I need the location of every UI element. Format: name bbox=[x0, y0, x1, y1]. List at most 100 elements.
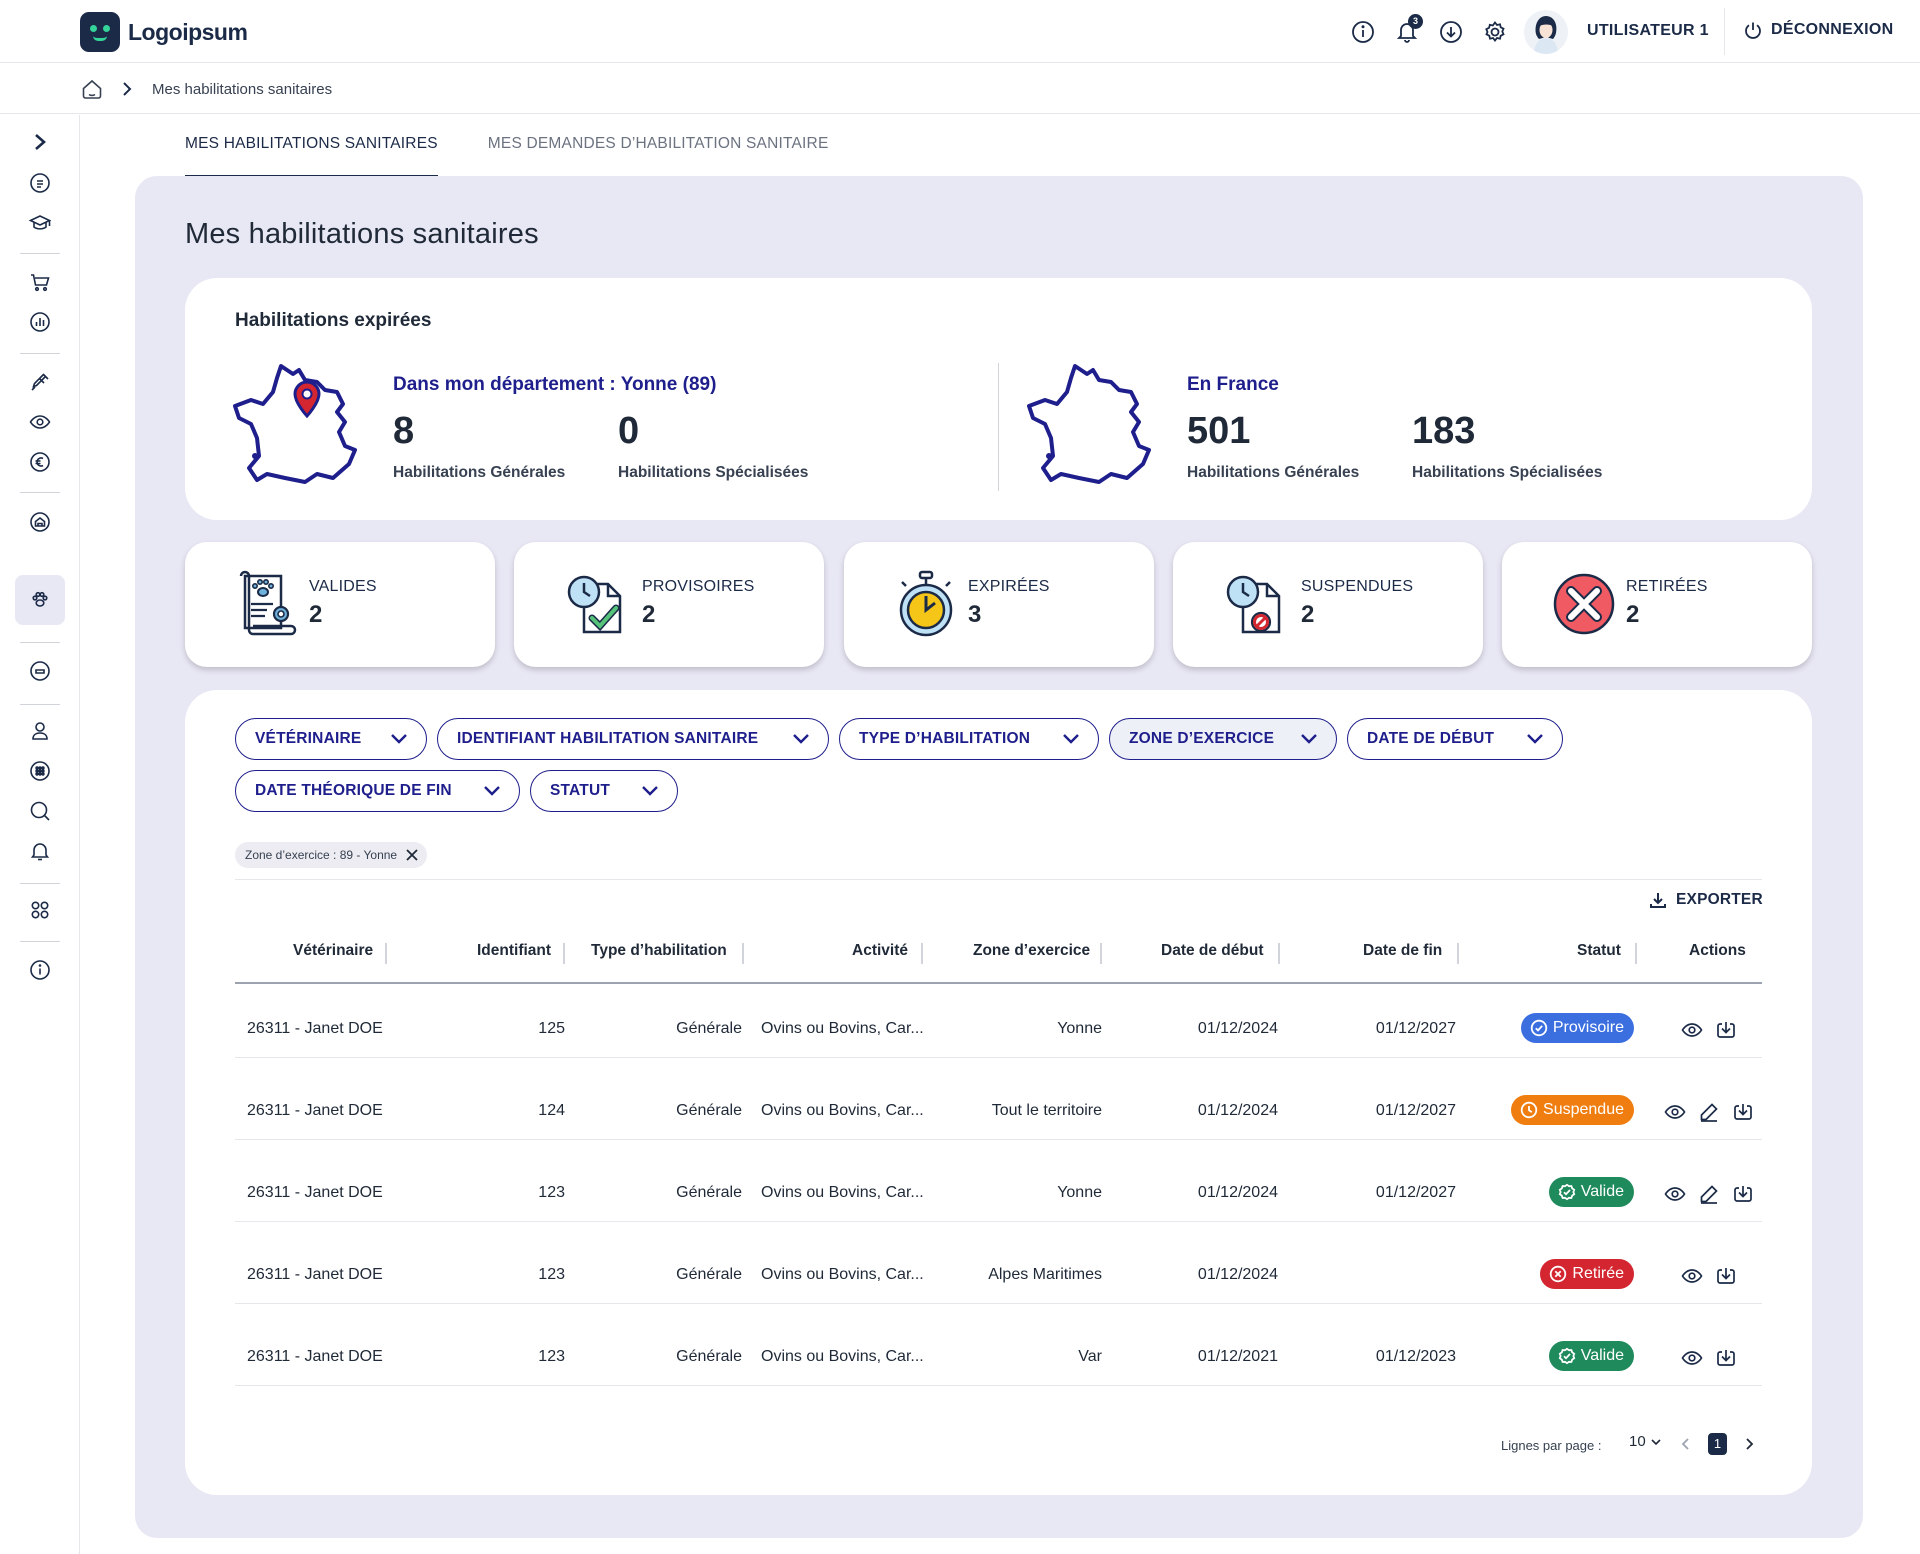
download-action-button[interactable] bbox=[1714, 1264, 1738, 1288]
filter-practice-zone[interactable]: ZONE D’EXERCICE bbox=[1109, 718, 1337, 760]
sidebar-item-user[interactable] bbox=[26, 717, 54, 745]
rows-per-page-select[interactable]: 10 bbox=[1629, 1433, 1662, 1450]
next-page-button[interactable] bbox=[1743, 1437, 1755, 1451]
column-resizer[interactable] bbox=[1635, 943, 1637, 964]
pen-icon bbox=[1700, 1103, 1718, 1122]
tab-my-authorizations[interactable]: MES HABILITATIONS SANITAIRES bbox=[185, 135, 438, 177]
column-header-start-date[interactable]: Date de début bbox=[1161, 942, 1263, 960]
sidebar-item-grid[interactable] bbox=[26, 757, 54, 785]
stat-card-expired[interactable]: EXPIRÉES 3 bbox=[844, 542, 1154, 667]
column-resizer[interactable] bbox=[742, 943, 744, 964]
filter-theoretical-end-date[interactable]: DATE THÉORIQUE DE FIN bbox=[235, 770, 520, 812]
cell-type: Générale bbox=[676, 1020, 742, 1037]
tab-my-requests[interactable]: MES DEMANDES D’HABILITATION SANITAIRE bbox=[488, 135, 829, 177]
filter-authorization-type[interactable]: TYPE D’HABILITATION bbox=[839, 718, 1099, 760]
status-badge: Valide bbox=[1548, 1341, 1634, 1371]
column-resizer[interactable] bbox=[385, 943, 387, 964]
user-name[interactable]: UTILISATEUR 1 bbox=[1587, 22, 1709, 40]
sidebar-item-finance[interactable] bbox=[26, 448, 54, 476]
france-general-value: 501 bbox=[1187, 410, 1251, 452]
notifications-button[interactable]: 3 bbox=[1394, 14, 1423, 45]
stat-card-valid[interactable]: VALIDES 2 bbox=[185, 542, 495, 667]
sidebar-item-info[interactable] bbox=[26, 956, 54, 984]
column-resizer[interactable] bbox=[1278, 943, 1280, 964]
previous-page-button[interactable] bbox=[1680, 1437, 1692, 1451]
chevron-down-icon bbox=[1063, 734, 1079, 744]
column-header-actions: Actions bbox=[1689, 942, 1746, 959]
sidebar-item-alerts[interactable] bbox=[26, 837, 54, 865]
stat-card-withdrawn[interactable]: RETIRÉES 2 bbox=[1502, 542, 1812, 667]
sidebar-item-training[interactable] bbox=[26, 209, 54, 237]
column-resizer[interactable] bbox=[921, 943, 923, 964]
logo-mark-icon bbox=[80, 12, 120, 52]
sidebar-item-search[interactable] bbox=[26, 797, 54, 825]
eye-action-button[interactable] bbox=[1680, 1264, 1704, 1288]
sidebar-item-statistics[interactable] bbox=[26, 308, 54, 336]
cell-veterinarian: 26311 - Janet DOE bbox=[247, 1184, 383, 1201]
info-icon[interactable] bbox=[1350, 19, 1376, 45]
avatar[interactable] bbox=[1524, 10, 1568, 54]
page-number-button[interactable]: 1 bbox=[1708, 1433, 1727, 1455]
column-header-status[interactable]: Statut bbox=[1577, 942, 1621, 960]
stat-card-provisional[interactable]: PROVISOIRES 2 bbox=[514, 542, 824, 667]
sidebar-item-animal-health[interactable] bbox=[26, 586, 54, 614]
column-header-zone[interactable]: Zone d’exercice bbox=[973, 942, 1090, 960]
expired-card-divider bbox=[998, 363, 999, 491]
download-action-button[interactable] bbox=[1714, 1346, 1738, 1370]
chevron-down-icon bbox=[391, 734, 407, 744]
logout-label: DÉCONNEXION bbox=[1771, 21, 1894, 38]
column-header-veterinarian[interactable]: Vétérinaire bbox=[293, 942, 373, 960]
column-header-activity[interactable]: Activité bbox=[852, 942, 908, 960]
sidebar-item-apps[interactable] bbox=[26, 896, 54, 924]
remove-filter-button[interactable] bbox=[405, 848, 419, 862]
filter-status[interactable]: STATUT bbox=[530, 770, 678, 812]
pen-action-button[interactable] bbox=[1697, 1100, 1721, 1124]
sidebar-divider bbox=[20, 941, 60, 942]
download-action-button[interactable] bbox=[1731, 1182, 1755, 1206]
sidebar-item-cart[interactable] bbox=[26, 268, 54, 296]
gear-icon[interactable] bbox=[1482, 19, 1508, 45]
status-suspendue-icon bbox=[1520, 1101, 1538, 1119]
rows-per-page-value: 10 bbox=[1629, 1433, 1646, 1450]
column-header-end-date[interactable]: Date de fin bbox=[1363, 942, 1442, 960]
sidebar-divider bbox=[20, 353, 60, 354]
column-resizer[interactable] bbox=[1457, 943, 1459, 964]
sidebar-item-view[interactable] bbox=[26, 408, 54, 436]
stat-card-suspended[interactable]: SUSPENDUES 2 bbox=[1173, 542, 1483, 667]
column-resizer[interactable] bbox=[563, 943, 565, 964]
status-label: Suspendue bbox=[1543, 1101, 1624, 1118]
chevron-down-icon bbox=[1527, 734, 1543, 744]
pen-action-button[interactable] bbox=[1697, 1182, 1721, 1206]
export-label: EXPORTER bbox=[1676, 891, 1763, 908]
filter-start-date[interactable]: DATE DE DÉBUT bbox=[1347, 718, 1563, 760]
sidebar-item-farms[interactable] bbox=[26, 508, 54, 536]
home-icon[interactable] bbox=[80, 77, 104, 101]
download-action-button[interactable] bbox=[1714, 1018, 1738, 1042]
eye-action-button[interactable] bbox=[1663, 1182, 1687, 1206]
chevron-down-icon bbox=[1301, 734, 1317, 744]
filter-authorization-id[interactable]: IDENTIFIANT HABILITATION SANITAIRE bbox=[437, 718, 829, 760]
cell-activity: Ovins ou Bovins, Car... bbox=[761, 1266, 924, 1283]
export-button[interactable]: EXPORTER bbox=[1648, 890, 1763, 910]
filter-veterinarian[interactable]: VÉTÉRINAIRE bbox=[235, 718, 427, 760]
sidebar-item-documents[interactable] bbox=[26, 169, 54, 197]
logout-button[interactable]: DÉCONNEXION bbox=[1743, 20, 1893, 40]
eye-action-button[interactable] bbox=[1680, 1346, 1704, 1370]
eye-action-button[interactable] bbox=[1663, 1100, 1687, 1124]
status-label: Valide bbox=[1580, 1183, 1624, 1200]
column-header-type[interactable]: Type d’habilitation bbox=[591, 942, 727, 960]
sidebar-expand-button[interactable] bbox=[26, 128, 54, 156]
column-header-identifier[interactable]: Identifiant bbox=[477, 942, 551, 960]
sidebar-item-csv[interactable] bbox=[26, 657, 54, 685]
download-action-button[interactable] bbox=[1731, 1100, 1755, 1124]
column-resizer[interactable] bbox=[1100, 943, 1102, 964]
cell-identifier: 125 bbox=[538, 1020, 565, 1037]
eye-action-button[interactable] bbox=[1680, 1018, 1704, 1042]
logo[interactable]: Logoipsum bbox=[80, 12, 248, 52]
sidebar-item-vaccination[interactable] bbox=[26, 368, 54, 396]
chevron-down-icon bbox=[793, 734, 809, 744]
download-icon bbox=[1734, 1186, 1752, 1202]
top-bar: Logoipsum 3 UTILISATEUR 1 DÉCONNEXION bbox=[0, 0, 1920, 63]
status-badge: Retirée bbox=[1540, 1259, 1634, 1289]
download-circle-icon[interactable] bbox=[1438, 19, 1464, 45]
